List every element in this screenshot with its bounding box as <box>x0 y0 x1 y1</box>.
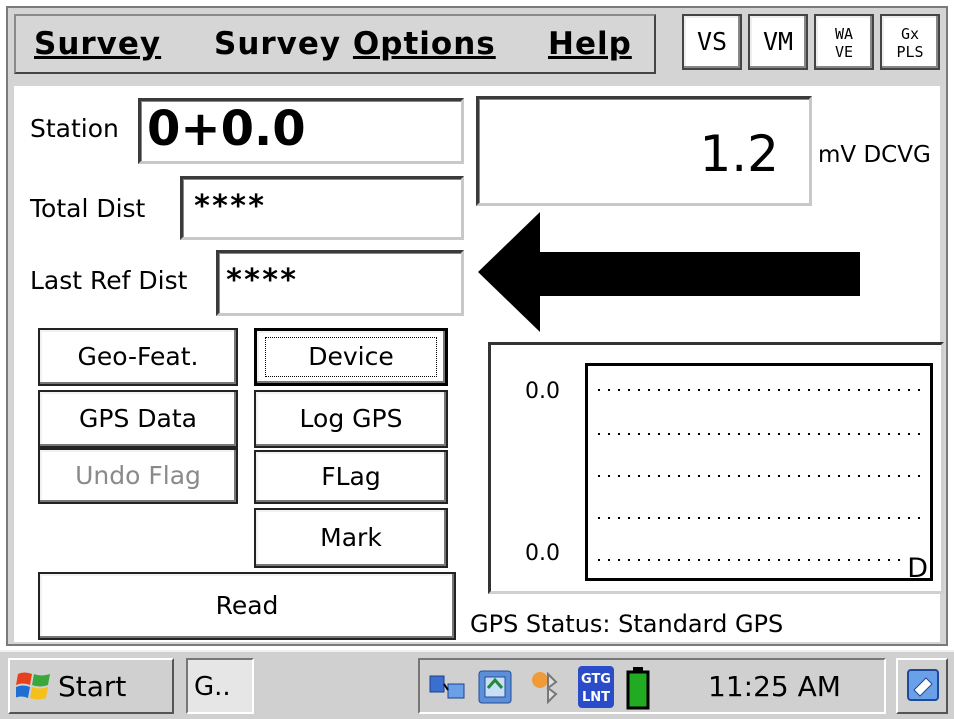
chart-grid <box>598 389 924 561</box>
reading-display: 1.2 <box>476 96 812 206</box>
last-ref-dist-label: Last Ref Dist <box>30 266 188 295</box>
total-dist-value: **** <box>193 189 266 224</box>
chart-panel: 0.0 0.0 D <box>488 342 944 594</box>
chart-y-bottom-label: 0.0 <box>525 541 560 566</box>
wave-button-label-1: WA <box>834 25 854 43</box>
start-label: Start <box>58 670 127 703</box>
chart-corner-label: D <box>907 553 928 584</box>
system-tray: GTG LNT 11:25 AM <box>418 658 886 714</box>
menu-survey-options[interactable]: Survey Options <box>214 26 496 62</box>
log-gps-button-label: Log GPS <box>299 404 403 433</box>
undo-flag-button[interactable]: Undo Flag <box>38 448 238 504</box>
mark-button-label: Mark <box>320 523 382 552</box>
gps-icon[interactable]: GTG LNT <box>576 664 616 710</box>
sync-icon[interactable] <box>476 668 514 706</box>
mark-button[interactable]: Mark <box>254 508 448 568</box>
taskbar-item-label: G.. <box>194 672 231 702</box>
station-field: 0+0.0 <box>138 98 464 164</box>
total-dist-label: Total Dist <box>30 194 146 223</box>
chart-plot-area: D <box>585 363 933 584</box>
focus-rect <box>265 337 437 377</box>
wave-button-label-2: VE <box>834 43 854 61</box>
desktop-button[interactable] <box>896 658 948 714</box>
vm-button-label: VM <box>762 27 794 56</box>
gxpls-button[interactable]: Gx PLS <box>880 14 940 70</box>
clock: 11:25 AM <box>708 670 841 703</box>
gxpls-button-label-1: Gx <box>900 25 920 43</box>
reading-unit: mV DCVG <box>818 142 931 168</box>
menu-help[interactable]: Help <box>548 26 632 62</box>
vs-button[interactable]: VS <box>682 14 742 70</box>
total-dist-field: **** <box>180 176 464 240</box>
taskbar-item[interactable]: G.. <box>186 658 254 714</box>
flag-button[interactable]: FLag <box>254 450 448 504</box>
gps-status: GPS Status: Standard GPS <box>470 610 784 638</box>
geo-feat-button-label: Geo-Feat. <box>77 342 199 371</box>
start-button[interactable]: Start <box>8 658 174 714</box>
chart-y-top-label: 0.0 <box>525 379 560 404</box>
read-button-label: Read <box>215 591 279 620</box>
station-label: Station <box>30 114 119 143</box>
gxpls-button-label-2: PLS <box>896 43 924 61</box>
desktop-icon <box>907 669 939 701</box>
menu-survey-options-label-1: Survey <box>214 26 342 62</box>
windows-logo-icon <box>16 672 50 700</box>
wave-button[interactable]: WA VE <box>814 14 874 70</box>
menu-survey[interactable]: Survey <box>34 26 161 62</box>
log-gps-button[interactable]: Log GPS <box>254 390 448 448</box>
network-icon[interactable] <box>428 670 468 704</box>
device-button[interactable]: Device <box>254 328 448 386</box>
undo-flag-button-label: Undo Flag <box>75 461 201 490</box>
menu-bar: Survey Survey Options Help <box>14 14 656 74</box>
station-value: 0+0.0 <box>147 101 306 157</box>
geo-feat-button[interactable]: Geo-Feat. <box>38 328 238 386</box>
battery-icon[interactable] <box>626 666 650 710</box>
last-ref-dist-value: **** <box>225 263 298 298</box>
menu-survey-options-label-2: Options <box>352 26 496 62</box>
gps-data-button-label: GPS Data <box>79 404 197 433</box>
last-ref-dist-field: **** <box>216 250 464 316</box>
reading-value: 1.2 <box>699 125 779 183</box>
gps-data-button[interactable]: GPS Data <box>38 390 238 448</box>
gps-icon-text-2: LNT <box>582 690 610 705</box>
vm-button[interactable]: VM <box>748 14 808 70</box>
menu-survey-label: Survey <box>34 26 162 62</box>
read-button[interactable]: Read <box>38 572 456 640</box>
menu-help-label: Help <box>548 26 632 62</box>
left-arrow-icon <box>478 212 860 332</box>
flag-button-label: FLag <box>321 462 381 491</box>
gps-icon-text-1: GTG <box>581 672 611 687</box>
vs-button-label: VS <box>696 27 728 56</box>
bluetooth-icon[interactable] <box>526 666 566 708</box>
